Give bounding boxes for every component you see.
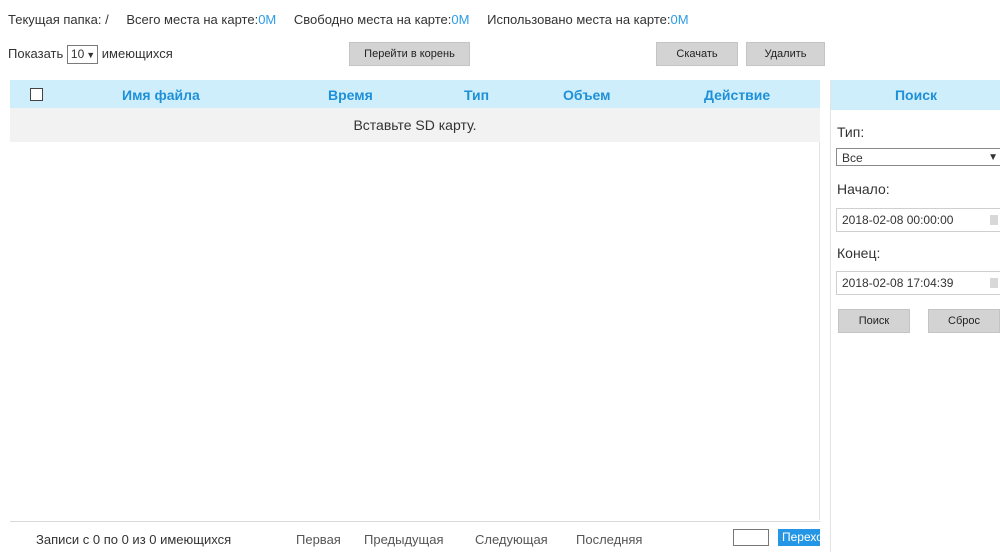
first-page-link[interactable]: Первая (296, 532, 341, 547)
column-action: Действие (704, 87, 771, 103)
page-number-input[interactable] (733, 529, 769, 546)
empty-table-message: Вставьте SD карту. (10, 108, 820, 142)
calendar-icon[interactable] (990, 278, 998, 288)
free-space-value: 0M (451, 12, 470, 27)
total-space-value: 0M (258, 12, 277, 27)
start-label: Начало: (837, 181, 890, 197)
records-info: Записи с 0 по 0 из 0 имеющихся (36, 532, 232, 547)
used-space: Использовано места на карте:0M (487, 12, 689, 27)
goto-page-button[interactable]: Переход (778, 529, 820, 546)
used-space-value: 0M (670, 12, 689, 27)
end-datetime-input[interactable]: 2018-02-08 17:04:39 (836, 271, 1000, 295)
type-select[interactable]: Все ▼ (836, 148, 1000, 166)
show-suffix: имеющихся (101, 45, 173, 61)
go-root-button[interactable]: Перейти в корень (349, 42, 470, 66)
chevron-down-icon: ▼ (988, 152, 998, 163)
search-panel: Поиск Тип: Все ▼ Начало: 2018-02-08 00:00… (830, 80, 1000, 552)
search-panel-title: Поиск (831, 80, 1000, 110)
end-label: Конец: (837, 245, 881, 261)
column-type[interactable]: Тип (464, 87, 489, 103)
total-space: Всего места на карте:0M (126, 12, 277, 27)
page-size-control: Показать 10 ▼ имеющихся (8, 45, 173, 64)
pagination-bar: Записи с 0 по 0 из 0 имеющихся Первая Пр… (10, 521, 820, 553)
column-size[interactable]: Объем (563, 87, 611, 103)
download-button[interactable]: Скачать (656, 42, 738, 66)
column-filename[interactable]: Имя файла (122, 87, 200, 103)
delete-button[interactable]: Удалить (746, 42, 825, 66)
prev-page-link[interactable]: Предыдущая (364, 532, 444, 547)
calendar-icon[interactable] (990, 215, 998, 225)
next-page-link[interactable]: Следующая (475, 532, 548, 547)
reset-button[interactable]: Сброс (928, 309, 1000, 333)
storage-info-bar: Текущая папка: / Всего места на карте:0M… (8, 12, 703, 27)
search-button[interactable]: Поиск (838, 309, 910, 333)
show-label: Показать (8, 45, 64, 61)
table-header: Имя файла Время Тип Объем Действие (10, 80, 820, 108)
chevron-down-icon: ▼ (86, 50, 96, 60)
page-size-select[interactable]: 10 ▼ (66, 45, 99, 64)
file-table (10, 80, 820, 520)
free-space: Свободно места на карте:0M (293, 12, 470, 27)
last-page-link[interactable]: Последняя (576, 532, 642, 547)
column-time[interactable]: Время (328, 87, 373, 103)
start-datetime-input[interactable]: 2018-02-08 00:00:00 (836, 208, 1000, 232)
type-label: Тип: (837, 124, 865, 140)
current-folder: Текущая папка: / (8, 12, 109, 27)
select-all-checkbox[interactable] (30, 88, 43, 101)
